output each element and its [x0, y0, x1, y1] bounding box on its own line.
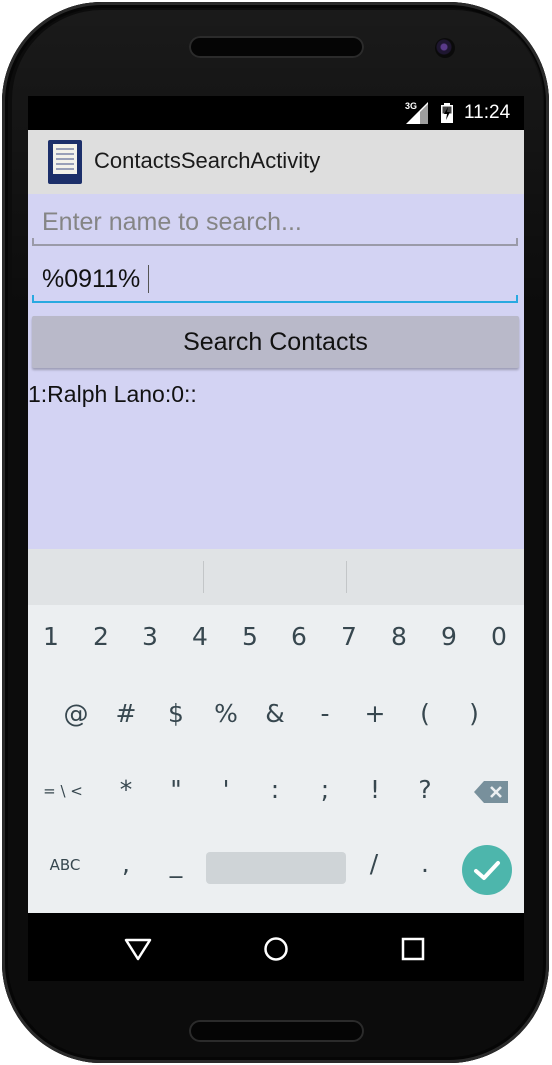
- backspace-icon[interactable]: [474, 781, 508, 803]
- suggestion-strip: [28, 549, 524, 605]
- battery-charging-icon: [441, 103, 453, 123]
- key-percent[interactable]: %: [201, 699, 251, 728]
- number-search-field: [32, 257, 518, 303]
- key-ampersand[interactable]: &: [250, 699, 300, 728]
- key-0[interactable]: 0: [474, 622, 524, 651]
- key-3[interactable]: 3: [125, 622, 175, 651]
- key-9[interactable]: 9: [424, 622, 474, 651]
- key-abc[interactable]: ABC: [40, 856, 90, 874]
- suggestion-divider: [203, 561, 204, 593]
- key-symbols-switch[interactable]: = \ <: [38, 782, 88, 800]
- suggestion-divider: [346, 561, 347, 593]
- navigation-bar: [28, 913, 524, 981]
- key-exclamation[interactable]: !: [350, 775, 400, 804]
- key-5[interactable]: 5: [225, 622, 275, 651]
- device-screen: 3G 11:24 ContactsSearchActivity Enter na…: [28, 96, 524, 981]
- action-bar: ContactsSearchActivity: [28, 130, 524, 194]
- number-field-tick-left: [32, 295, 34, 303]
- key-colon[interactable]: :: [250, 775, 300, 804]
- key-double-quote[interactable]: ": [151, 775, 201, 804]
- name-search-input[interactable]: [32, 200, 518, 244]
- key-close-paren[interactable]: ): [449, 699, 499, 728]
- text-cursor: [148, 265, 149, 293]
- enter-key[interactable]: [462, 845, 512, 895]
- key-hash[interactable]: #: [101, 699, 151, 728]
- front-camera-icon: [435, 38, 455, 58]
- network-type-label: 3G: [405, 101, 418, 111]
- name-field-tick-right: [516, 238, 518, 246]
- soft-keyboard: 1 2 3 4 5 6 7 8 9 0 @ # $ % & - + ( ) = …: [28, 549, 524, 913]
- status-time: 11:24: [464, 102, 511, 123]
- name-field-tick-left: [32, 238, 34, 246]
- key-slash[interactable]: /: [349, 849, 399, 878]
- key-period[interactable]: .: [400, 849, 450, 878]
- key-4[interactable]: 4: [175, 622, 225, 651]
- main-content: Search Contacts 1:Ralph Lano:0::: [28, 194, 524, 549]
- status-bar: 3G 11:24: [28, 96, 524, 130]
- top-speaker: [189, 36, 364, 58]
- key-6[interactable]: 6: [274, 622, 324, 651]
- key-7[interactable]: 7: [324, 622, 374, 651]
- key-plus[interactable]: +: [350, 699, 400, 728]
- key-comma[interactable]: ,: [101, 849, 151, 878]
- key-2[interactable]: 2: [76, 622, 126, 651]
- key-dollar[interactable]: $: [151, 699, 201, 728]
- recents-square-icon[interactable]: [399, 935, 427, 963]
- key-single-quote[interactable]: ': [201, 775, 251, 804]
- number-field-underline: [32, 301, 518, 303]
- contacts-sheet-icon: [48, 140, 82, 184]
- key-at[interactable]: @: [51, 699, 101, 728]
- number-field-tick-right: [516, 295, 518, 303]
- key-8[interactable]: 8: [374, 622, 424, 651]
- search-contacts-button[interactable]: Search Contacts: [32, 316, 519, 368]
- name-search-field: [32, 200, 518, 246]
- key-open-paren[interactable]: (: [400, 699, 450, 728]
- search-result-text: 1:Ralph Lano:0::: [28, 381, 197, 407]
- key-asterisk[interactable]: *: [101, 775, 151, 804]
- key-1[interactable]: 1: [28, 622, 76, 651]
- checkmark-icon: [474, 861, 500, 880]
- app-title: ContactsSearchActivity: [94, 148, 321, 173]
- bottom-speaker: [189, 1020, 364, 1042]
- number-search-input[interactable]: [32, 257, 518, 301]
- name-field-underline: [32, 244, 518, 246]
- key-underscore[interactable]: _: [151, 849, 201, 878]
- space-bar[interactable]: [206, 852, 346, 884]
- key-minus[interactable]: -: [300, 699, 350, 728]
- key-question[interactable]: ?: [400, 775, 450, 804]
- back-triangle-icon[interactable]: [124, 935, 152, 963]
- home-circle-icon[interactable]: [262, 935, 290, 963]
- key-semicolon[interactable]: ;: [300, 775, 350, 804]
